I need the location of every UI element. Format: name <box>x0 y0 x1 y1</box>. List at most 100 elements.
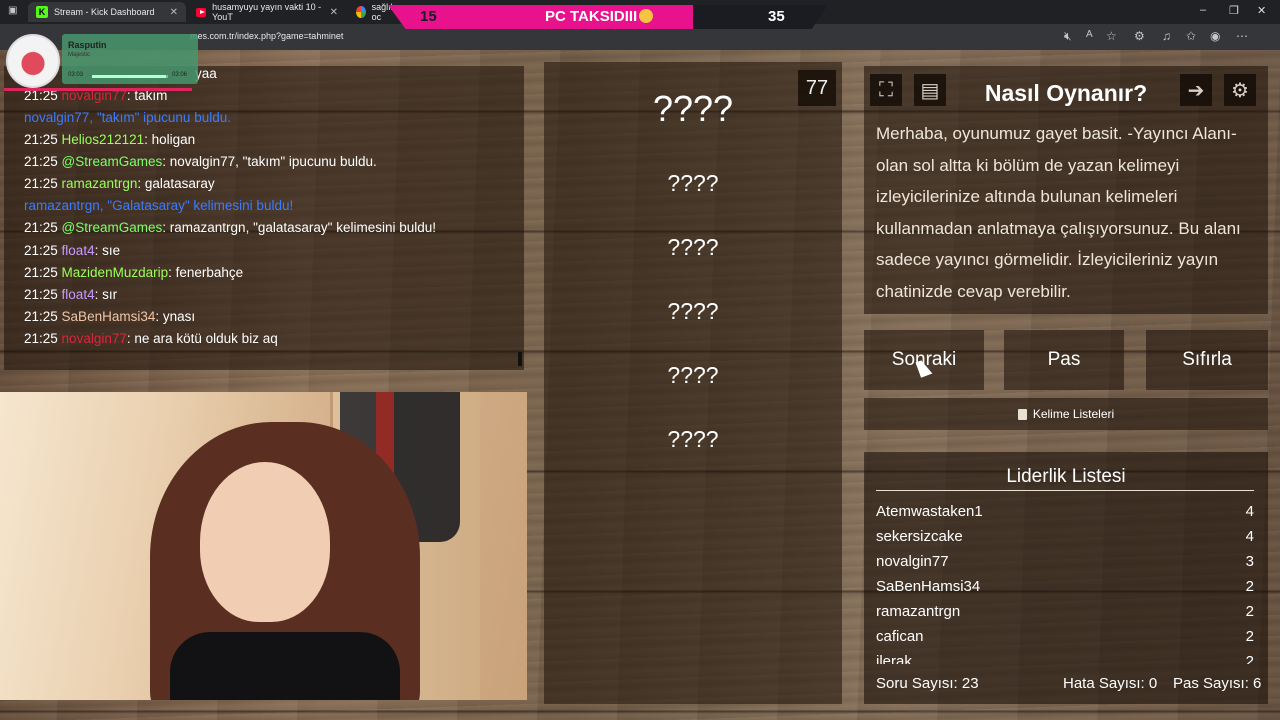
close-window-button[interactable]: ✕ <box>1257 4 1266 17</box>
chat-username[interactable]: float4 <box>62 287 95 302</box>
pass-count: Pas Sayısı: 6 <box>1173 675 1262 692</box>
clipboard-icon <box>1017 408 1027 420</box>
chat-username[interactable]: Helios212121 <box>62 132 145 147</box>
extension-icon[interactable]: ⚙ <box>1134 29 1145 43</box>
leaderboard-score: 2 <box>1245 653 1254 664</box>
leaderboard-row: ilerak 2 <box>876 650 1254 664</box>
tab-label: Stream - Kick Dashboard <box>54 7 155 17</box>
chat-username[interactable]: novalgin77, <box>24 110 97 125</box>
leaderboard-score: 4 <box>1245 503 1254 520</box>
gear-icon: ⚙ <box>1231 79 1249 102</box>
chat-timestamp: 21:25 <box>24 243 62 258</box>
chat-scrollbar[interactable] <box>518 352 522 366</box>
leaderboard-score: 2 <box>1245 628 1254 645</box>
forbidden-word: ???? <box>667 362 719 388</box>
chat-timestamp: 21:25 <box>24 331 62 346</box>
chat-username[interactable]: MazidenMuzdarip <box>62 265 169 280</box>
mute-icon[interactable]: 🔇︎ <box>1064 29 1072 44</box>
leaderboard-score: 2 <box>1245 578 1254 595</box>
webcam-person-shirt <box>170 632 400 700</box>
chat-username[interactable]: novalgin77 <box>62 331 127 346</box>
pass-button[interactable]: Pas <box>1004 330 1124 390</box>
chat-text: "takım" ipucunu buldu. <box>96 110 231 125</box>
url-field[interactable]: mes.com.tr/index.php?game=tahminet <box>190 31 343 41</box>
forbidden-word: ???? <box>667 426 719 452</box>
chat-text: : ne ara kötü olduk biz aq <box>126 331 278 346</box>
minimize-button[interactable]: – <box>1200 4 1206 16</box>
settings-button[interactable]: ⚙ <box>1224 74 1256 106</box>
forbidden-word: ???? <box>667 170 719 196</box>
kick-icon: K <box>36 6 48 18</box>
leaderboard-name: cafican <box>876 628 924 645</box>
leaderboard-score: 4 <box>1245 528 1254 545</box>
chat-username[interactable]: ramazantrgn <box>62 176 138 191</box>
leaderboard-name: ilerak <box>876 653 912 664</box>
chat-text: yaa <box>195 66 217 81</box>
maximize-button[interactable]: ❐ <box>1229 4 1239 17</box>
question-count: Soru Sayısı: 23 <box>876 675 979 692</box>
chat-timestamp: 21:25 <box>24 154 62 169</box>
leaderboard-title: Liderlik Listesi <box>1006 466 1126 487</box>
leaderboard-name: sekersizcake <box>876 528 963 545</box>
error-count: Hata Sayısı: 0 <box>1063 675 1158 692</box>
score-banner-right <box>693 5 828 29</box>
leaderboard-name: Atemwastaken1 <box>876 503 983 520</box>
tab-menu-icon[interactable]: ▣ <box>8 5 17 16</box>
leaderboard-score: 3 <box>1245 553 1254 570</box>
star-icon[interactable]: ☆ <box>1106 29 1117 43</box>
chat-username[interactable]: float4 <box>62 243 95 258</box>
profile-icon[interactable]: ◉ <box>1210 29 1220 43</box>
chat-message: 21:25 @StreamGames: novalgin77, "takım" … <box>24 154 377 169</box>
song-progress-bar <box>92 75 168 78</box>
media-icon[interactable]: ♫ <box>1162 29 1171 43</box>
leaderboard-list[interactable]: Atemwastaken1 4 sekersizcake 4 novalgin77 3 Sa… <box>876 500 1254 664</box>
tab-label: husamyuyu yayın vakti 10 - YouT <box>212 2 322 22</box>
close-tab-icon[interactable]: ✕ <box>170 7 178 18</box>
chat-message: 21:25 float4: sır <box>24 287 117 302</box>
exit-icon: ➔ <box>1187 79 1205 102</box>
now-playing-widget: Rasputin Majestic 03:03 03:06 <box>4 32 198 90</box>
chat-timestamp: 21:25 <box>24 287 62 302</box>
webcam-video <box>0 392 527 700</box>
chat-username[interactable]: @StreamGames <box>62 154 163 169</box>
chat-message: yaa <box>195 66 217 81</box>
song-artist: Majestic <box>68 52 91 58</box>
leaderboard-divider <box>876 490 1254 491</box>
chat-message: 21:25 @StreamGames: ramazantrgn, "galata… <box>24 220 436 235</box>
chat-username[interactable]: SaBenHamsi34 <box>62 309 156 324</box>
word-lists-label: Kelime Listeleri <box>1032 407 1115 421</box>
close-tab-icon[interactable]: ✕ <box>330 7 338 18</box>
leaderboard-row: Atemwastaken1 4 <box>876 500 1254 525</box>
chat-text: : ramazantrgn, "galatasaray" kelimesini … <box>162 220 436 235</box>
chat-text: : novalgin77, "takım" ipucunu buldu. <box>162 154 377 169</box>
chat-message: 21:25 float4: sıe <box>24 243 120 258</box>
forbidden-word: ???? <box>667 234 719 260</box>
chat-message: 21:25 Helios212121: holigan <box>24 132 195 147</box>
favorites-icon[interactable]: ✩ <box>1186 29 1196 43</box>
banner-title: PC TAKSIDIII <box>545 8 654 25</box>
word-lists-button[interactable]: Kelime Listeleri <box>864 398 1268 430</box>
chat-username[interactable]: ramazantrgn, <box>24 198 107 213</box>
chat-username[interactable]: @StreamGames <box>62 220 163 235</box>
score-right: 35 <box>768 8 785 25</box>
chat-timestamp: 21:25 <box>24 132 62 147</box>
leaderboard-row: novalgin77 3 <box>876 550 1254 575</box>
tab-youtube[interactable]: husamyuyu yayın vakti 10 - YouT ✕ <box>188 2 346 22</box>
leaderboard-row: ramazantrgn 2 <box>876 600 1254 625</box>
song-progress-fill <box>92 75 167 78</box>
chat-system-message: novalgin77, "takım" ipucunu buldu. <box>24 110 231 125</box>
more-icon[interactable]: ⋯ <box>1236 29 1248 43</box>
help-text: Merhaba, oyunumuz gayet basit. -Yayıncı … <box>876 124 1241 301</box>
score-left: 15 <box>420 8 437 25</box>
chat-message: 21:25 MazidenMuzdarip: fenerbahçe <box>24 265 243 280</box>
chat-text: : sıe <box>94 243 121 258</box>
chat-text: : fenerbahçe <box>168 265 244 280</box>
main-word: ???? <box>652 88 734 129</box>
chat-text: : galatasaray <box>137 176 215 191</box>
reader-icon[interactable]: A <box>1086 29 1093 40</box>
exit-button[interactable]: ➔ <box>1180 74 1212 106</box>
tab-kick-dashboard[interactable]: K Stream - Kick Dashboard ✕ <box>28 2 186 22</box>
reset-button[interactable]: Sıfırla <box>1146 330 1268 390</box>
leaderboard-name: SaBenHamsi34 <box>876 578 981 595</box>
chat-text: : sır <box>94 287 118 302</box>
